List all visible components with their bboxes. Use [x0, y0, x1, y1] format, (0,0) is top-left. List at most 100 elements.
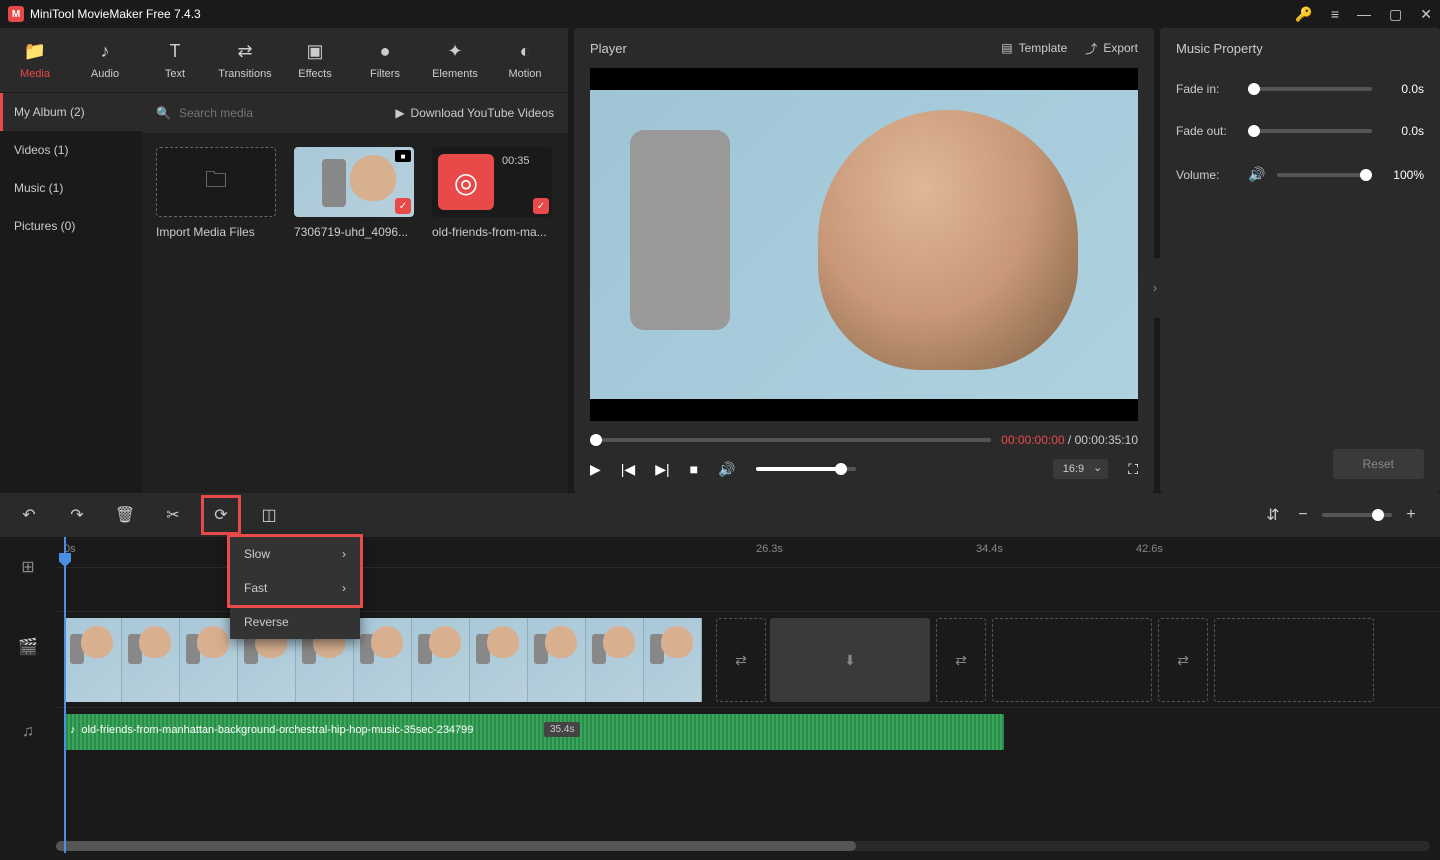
play-button[interactable]: ▶	[590, 461, 601, 478]
scrub-slider[interactable]	[590, 438, 991, 442]
tab-audio[interactable]: ♪Audio	[70, 28, 140, 92]
fit-zoom-button[interactable]: ⇵	[1262, 504, 1284, 526]
tab-motion[interactable]: ◐Motion	[490, 28, 560, 92]
transition-button[interactable]: ⇄	[1158, 618, 1208, 702]
next-frame-button[interactable]: ▶|	[655, 461, 669, 478]
motion-icon: ◐	[520, 41, 531, 62]
speed-menu: Slow› Fast› Reverse	[230, 537, 360, 639]
properties-title: Music Property	[1160, 28, 1440, 68]
folder-icon: 📁	[24, 41, 46, 62]
audio-track[interactable]: ♪old-friends-from-manhattan-background-o…	[56, 707, 1440, 767]
video-preview[interactable]	[590, 68, 1138, 421]
folder-plus-icon: 🗀	[205, 163, 227, 201]
add-track-button[interactable]: ⊞	[0, 537, 56, 597]
app-title: MiniTool MovieMaker Free 7.4.3	[30, 7, 201, 21]
split-button[interactable]: ✂	[162, 504, 184, 526]
video-track-icon: 🎬	[0, 597, 56, 697]
fade-out-value: 0.0s	[1384, 124, 1424, 138]
media-library: 📁Media ♪Audio TText ⇄Transitions ▣Effect…	[0, 28, 568, 493]
volume-slider[interactable]	[756, 467, 856, 471]
speed-button[interactable]: ⟳	[210, 504, 232, 526]
audio-clip[interactable]: ♪old-friends-from-manhattan-background-o…	[64, 714, 1004, 750]
tab-effects[interactable]: ▣Effects	[280, 28, 350, 92]
speed-menu-fast[interactable]: Fast›	[230, 571, 360, 605]
export-button[interactable]: ⤴Export	[1085, 40, 1138, 57]
timeline-scrollbar[interactable]	[56, 841, 1430, 851]
scrub-knob[interactable]	[590, 434, 602, 446]
zoom-slider[interactable]	[1322, 513, 1392, 517]
media-item-music[interactable]: ◎ 00:35 ✓ old-friends-from-ma...	[432, 147, 552, 239]
undo-button[interactable]: ↶	[18, 504, 40, 526]
tab-text[interactable]: TText	[140, 28, 210, 92]
timeline-toolbar: ↶ ↷ 🗑 ✂ ⟳ ◫ ⇵ − + Slow› Fast› Reverse	[0, 493, 1440, 537]
media-item-video[interactable]: ■ ✓ 7306719-uhd_4096...	[294, 147, 414, 239]
sidebar-item-videos[interactable]: Videos (1)	[0, 131, 142, 169]
check-icon: ✓	[533, 198, 549, 214]
menu-icon[interactable]: ≡	[1331, 6, 1339, 22]
music-note-icon: ♪	[101, 41, 110, 62]
properties-panel: › Music Property Fade in: 0.0s Fade out:…	[1160, 28, 1440, 493]
fade-out-slider[interactable]	[1248, 129, 1372, 133]
media-grid: 🗀 Import Media Files ■ ✓ 7306719-uhd_409…	[142, 133, 568, 253]
fade-in-value: 0.0s	[1384, 82, 1424, 96]
scrollbar-thumb[interactable]	[56, 841, 856, 851]
transitions-icon: ⇄	[237, 41, 252, 62]
speed-menu-slow[interactable]: Slow›	[230, 537, 360, 571]
zoom-out-button[interactable]: −	[1292, 504, 1314, 526]
crop-button[interactable]: ◫	[258, 504, 280, 526]
sidebar-item-pictures[interactable]: Pictures (0)	[0, 207, 142, 245]
volume-icon[interactable]: 🔊	[718, 461, 735, 478]
volume-row: Volume: 🔊 100%	[1160, 152, 1440, 197]
disc-icon: ◎	[438, 154, 494, 210]
sidebar-item-music[interactable]: Music (1)	[0, 169, 142, 207]
collapse-handle[interactable]: ›	[1150, 258, 1160, 318]
clip-placeholder[interactable]	[1214, 618, 1374, 702]
music-thumbnail[interactable]: ◎ 00:35 ✓	[432, 147, 552, 217]
youtube-icon: ▶	[395, 106, 404, 120]
key-icon[interactable]: 🔑	[1295, 6, 1312, 23]
playhead[interactable]	[64, 537, 66, 853]
search-row: 🔍 ▶Download YouTube Videos	[142, 93, 568, 133]
minimize-button[interactable]: —	[1357, 6, 1371, 22]
clip-placeholder[interactable]	[992, 618, 1152, 702]
video-clip[interactable]	[64, 618, 704, 702]
tab-filters[interactable]: ●Filters	[350, 28, 420, 92]
clip-placeholder[interactable]: ⬇	[770, 618, 930, 702]
fullscreen-button[interactable]: ⛶	[1128, 461, 1138, 478]
player-panel: Player ▤Template ⤴Export 00:00:00:00 / 0…	[574, 28, 1154, 493]
zoom-in-button[interactable]: +	[1400, 504, 1422, 526]
transition-button[interactable]: ⇄	[716, 618, 766, 702]
search-input[interactable]	[179, 106, 387, 120]
text-icon: T	[170, 41, 181, 62]
template-button[interactable]: ▤Template	[1001, 41, 1067, 55]
sidebar-item-my-album[interactable]: My Album (2)	[0, 93, 142, 131]
tab-elements[interactable]: ✦Elements	[420, 28, 490, 92]
timeline: ↶ ↷ 🗑 ✂ ⟳ ◫ ⇵ − + Slow› Fast› Reverse ⊞ …	[0, 493, 1440, 853]
app-logo: M	[8, 6, 24, 22]
redo-button[interactable]: ↷	[66, 504, 88, 526]
volume-value: 100%	[1384, 168, 1424, 182]
speed-menu-reverse[interactable]: Reverse	[230, 605, 360, 639]
close-button[interactable]: ✕	[1420, 6, 1432, 23]
import-media-card[interactable]: 🗀 Import Media Files	[156, 147, 276, 239]
property-volume-slider[interactable]	[1277, 173, 1372, 177]
fade-in-slider[interactable]	[1248, 87, 1372, 91]
fade-in-row: Fade in: 0.0s	[1160, 68, 1440, 110]
album-sidebar: My Album (2) Videos (1) Music (1) Pictur…	[0, 93, 142, 493]
stack-icon: ▤	[1001, 41, 1012, 55]
search-icon: 🔍	[156, 106, 171, 120]
reset-button[interactable]: Reset	[1333, 449, 1424, 479]
prev-frame-button[interactable]: |◀	[621, 461, 635, 478]
maximize-button[interactable]: ▢	[1389, 6, 1402, 23]
import-placeholder[interactable]: 🗀	[156, 147, 276, 217]
transition-button[interactable]: ⇄	[936, 618, 986, 702]
delete-button[interactable]: 🗑	[114, 504, 136, 526]
aspect-ratio-select[interactable]: 16:9	[1053, 459, 1108, 479]
speaker-icon[interactable]: 🔊	[1248, 166, 1265, 183]
tab-media[interactable]: 📁Media	[0, 28, 70, 92]
stop-button[interactable]: ■	[690, 461, 698, 477]
download-youtube-link[interactable]: ▶Download YouTube Videos	[395, 106, 554, 120]
video-thumbnail[interactable]: ■ ✓	[294, 147, 414, 217]
titlebar: M MiniTool MovieMaker Free 7.4.3 🔑 ≡ — ▢…	[0, 0, 1440, 28]
tab-transitions[interactable]: ⇄Transitions	[210, 28, 280, 92]
